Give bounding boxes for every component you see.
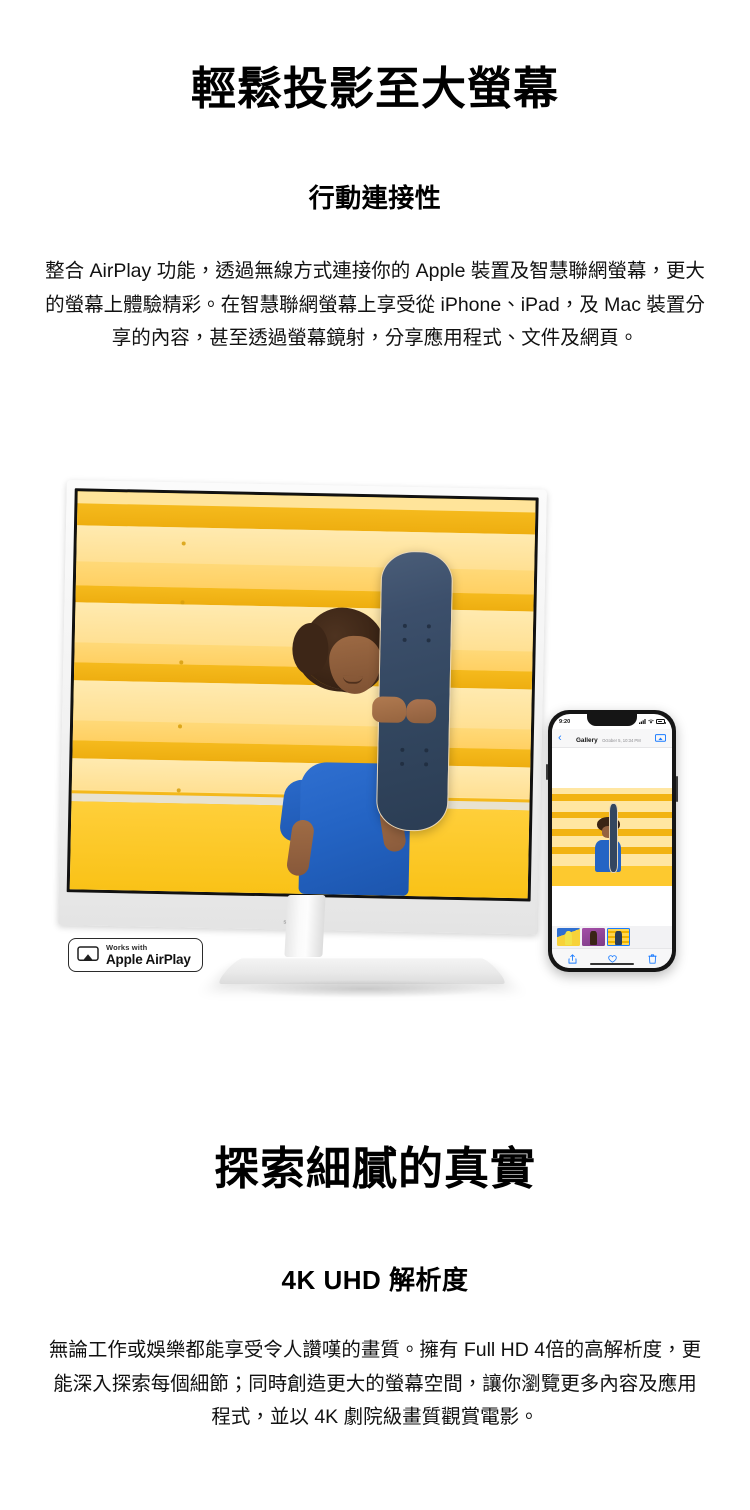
wifi-icon	[648, 719, 654, 724]
smartphone-device: 9:20 ‹ Gallery October 5, 10:34 PM	[546, 710, 678, 972]
product-hero-image: SAMSUNG 9:20	[0, 455, 750, 1015]
share-icon[interactable]	[568, 953, 577, 964]
battery-icon	[656, 719, 666, 724]
screen-mirroring-icon[interactable]	[655, 733, 666, 743]
person-hand-right	[405, 699, 437, 725]
subtitle: 行動連接性	[308, 183, 442, 213]
section-4k-uhd-body: 無論工作或娛樂都能享受令人讚嘆的畫質。擁有 Full HD 4倍的高解析度，更能…	[0, 1334, 750, 1435]
phone-photo-viewer[interactable]	[552, 748, 672, 926]
badge-works-with-label: Works with	[106, 943, 148, 952]
subtitle-secondary: 4K UHD 解析度	[281, 1265, 469, 1295]
phone-nav-bar: ‹ Gallery October 5, 10:34 PM	[552, 729, 672, 748]
section-mobile-connectivity-subheading: 行動連接性	[0, 183, 750, 214]
section-mobile-connectivity-heading: 輕鬆投影至大螢幕	[0, 63, 750, 115]
cellular-signal-icon	[639, 719, 646, 724]
phone-status-time: 9:20	[559, 718, 571, 725]
phone-app-title: Gallery	[575, 737, 598, 744]
airplay-icon	[77, 946, 99, 961]
page-title-secondary: 探索細膩的真實	[213, 1143, 536, 1194]
product-detail-page: 輕鬆投影至大螢幕 行動連接性 整合 AirPlay 功能，透過無線方式連接你的 …	[0, 0, 750, 1510]
monitor-stand-neck	[284, 895, 326, 957]
section-4k-uhd-subheading: 4K UHD 解析度	[0, 1265, 750, 1296]
body-paragraph: 整合 AirPlay 功能，透過無線方式連接你的 Apple 裝置及智慧聯網螢幕…	[45, 260, 705, 350]
badge-product-name: Apple AirPlay	[106, 951, 191, 967]
monitor-device: SAMSUNG	[58, 480, 547, 935]
body-paragraph-secondary: 無論工作或娛樂都能享受令人讚嘆的畫質。擁有 Full HD 4倍的高解析度，更能…	[48, 1339, 702, 1429]
phone-display: 9:20 ‹ Gallery October 5, 10:34 PM	[552, 714, 672, 968]
trash-icon[interactable]	[647, 953, 657, 964]
works-with-apple-airplay-badge: Works with Apple AirPlay	[68, 938, 203, 972]
list-item[interactable]	[557, 928, 580, 946]
phone-photo-content	[552, 788, 672, 886]
person-hand-left	[371, 696, 407, 724]
phone-bottom-toolbar	[552, 948, 672, 968]
phone-nav-titles: Gallery October 5, 10:34 PM	[562, 729, 655, 747]
monitor-display	[66, 488, 539, 902]
phone-photo-person	[593, 803, 624, 874]
list-item[interactable]	[582, 928, 605, 946]
page-title: 輕鬆投影至大螢幕	[190, 63, 559, 114]
phone-photo-skateboard	[609, 803, 619, 874]
list-item[interactable]	[607, 928, 630, 946]
airplay-badge-text: Works with Apple AirPlay	[106, 944, 191, 966]
monitor-shadow	[236, 980, 494, 998]
phone-notch	[587, 714, 637, 726]
photo-person	[252, 550, 468, 897]
phone-photo-timestamp: October 5, 10:34 PM	[602, 738, 641, 743]
phone-thumbnail-strip[interactable]	[552, 926, 672, 948]
section-mobile-connectivity-body: 整合 AirPlay 功能，透過無線方式連接你的 Apple 裝置及智慧聯網螢幕…	[0, 255, 750, 356]
monitor-bezel: SAMSUNG	[58, 480, 547, 935]
section-4k-uhd-heading: 探索細膩的真實	[0, 1143, 750, 1195]
monitor-screen-photo	[69, 491, 536, 899]
phone-home-indicator[interactable]	[590, 962, 634, 965]
skateboard-deck	[375, 550, 454, 833]
